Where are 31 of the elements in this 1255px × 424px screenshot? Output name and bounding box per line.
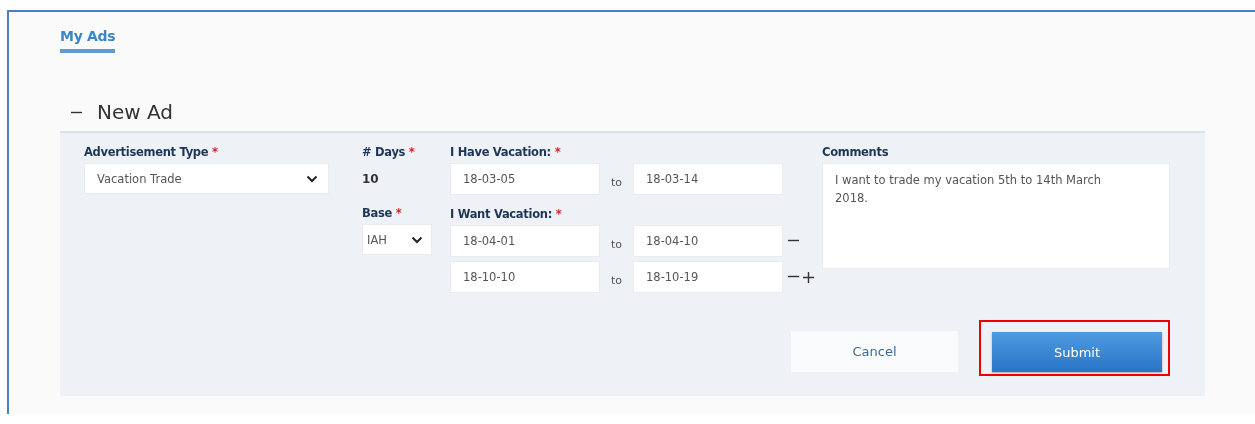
date-field[interactable]: 18-03-14	[633, 163, 783, 195]
date-field[interactable]: 18-10-10	[450, 261, 600, 293]
base-dropdown[interactable]: IAH	[362, 224, 432, 255]
ad-type-dropdown[interactable]: Vacation Trade	[84, 163, 329, 194]
field-label: I Want Vacation:	[450, 207, 552, 221]
submit-button[interactable]: Submit	[992, 332, 1162, 372]
to-label: to	[609, 174, 623, 189]
tab[interactable]: My Ads	[60, 28, 116, 53]
cancel-button[interactable]: Cancel	[791, 331, 958, 372]
chevron-down-icon	[306, 174, 318, 183]
date-field[interactable]: 18-04-01	[450, 225, 600, 257]
field-label: Base	[362, 206, 392, 220]
section-title: New Ad	[97, 100, 173, 124]
required-mark: *	[212, 145, 218, 159]
required-mark: *	[555, 207, 562, 221]
chevron-down-icon	[411, 235, 423, 244]
days-value: 10	[362, 170, 380, 188]
date-field[interactable]: 18-03-05	[450, 163, 600, 195]
add-icon[interactable]	[802, 270, 815, 284]
required-mark: *	[554, 145, 561, 159]
comments-field[interactable]: I want to trade my vacation 5th to 14th March 2018.	[822, 163, 1170, 269]
date-field[interactable]: 18-04-10	[633, 225, 783, 257]
field-label: I Have Vacation:	[450, 145, 551, 159]
field-label: Advertisement Type	[84, 145, 209, 159]
field-label: Comments	[822, 145, 889, 159]
date-field[interactable]: 18-10-19	[633, 261, 783, 293]
to-label: to	[609, 272, 623, 287]
field-label: # Days	[362, 145, 406, 159]
required-mark: *	[408, 145, 415, 159]
required-mark: *	[395, 206, 402, 220]
to-label: to	[609, 236, 623, 251]
